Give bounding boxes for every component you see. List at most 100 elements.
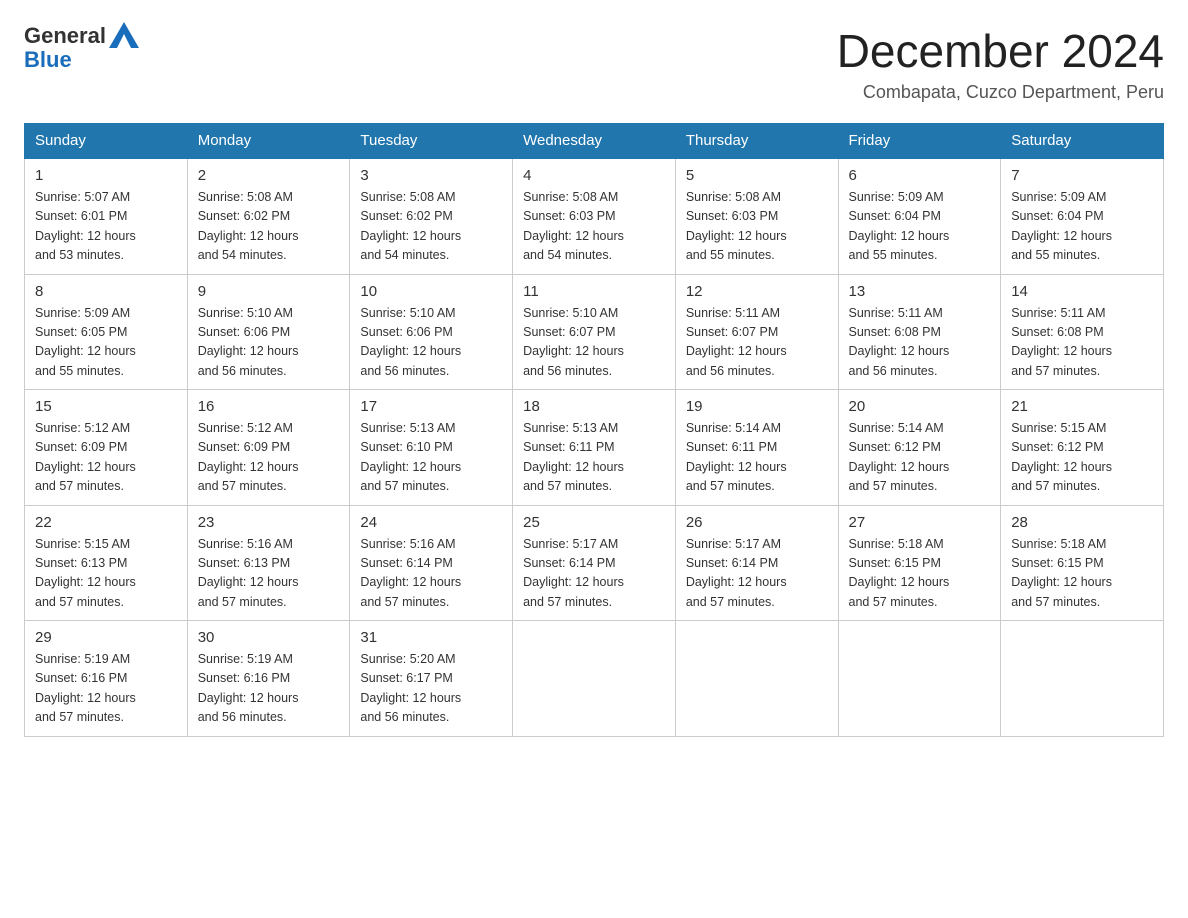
day-number: 4 xyxy=(523,167,665,184)
day-info: Sunrise: 5:10 AMSunset: 6:06 PMDaylight:… xyxy=(360,304,502,382)
header-row: Sunday Monday Tuesday Wednesday Thursday… xyxy=(25,124,1164,159)
day-number: 29 xyxy=(35,629,177,646)
day-info: Sunrise: 5:15 AMSunset: 6:12 PMDaylight:… xyxy=(1011,419,1153,497)
col-sunday: Sunday xyxy=(25,124,188,159)
day-info: Sunrise: 5:09 AMSunset: 6:04 PMDaylight:… xyxy=(1011,188,1153,266)
day-number: 7 xyxy=(1011,167,1153,184)
day-info: Sunrise: 5:09 AMSunset: 6:04 PMDaylight:… xyxy=(849,188,991,266)
col-tuesday: Tuesday xyxy=(350,124,513,159)
calendar-header: Sunday Monday Tuesday Wednesday Thursday… xyxy=(25,124,1164,159)
col-thursday: Thursday xyxy=(675,124,838,159)
calendar-cell: 7 Sunrise: 5:09 AMSunset: 6:04 PMDaylight… xyxy=(1001,158,1164,274)
day-number: 3 xyxy=(360,167,502,184)
calendar-cell xyxy=(1001,621,1164,737)
calendar-cell: 17 Sunrise: 5:13 AMSunset: 6:10 PMDayligh… xyxy=(350,390,513,506)
day-number: 30 xyxy=(198,629,340,646)
calendar-cell: 24Sunrise: 5:16 AMSunset: 6:14 PMDayligh… xyxy=(350,505,513,621)
day-number: 24 xyxy=(360,514,502,531)
day-info: Sunrise: 5:11 AMSunset: 6:08 PMDaylight:… xyxy=(849,304,991,382)
calendar-cell xyxy=(513,621,676,737)
day-number: 17 xyxy=(360,398,502,415)
day-number: 5 xyxy=(686,167,828,184)
day-info: Sunrise: 5:16 AMSunset: 6:13 PMDaylight:… xyxy=(198,535,340,613)
calendar-cell: 30 Sunrise: 5:19 AMSunset: 6:16 PMDayligh… xyxy=(187,621,350,737)
day-info: Sunrise: 5:08 AMSunset: 6:03 PMDaylight:… xyxy=(523,188,665,266)
day-info: Sunrise: 5:17 AMSunset: 6:14 PMDaylight:… xyxy=(686,535,828,613)
calendar-cell xyxy=(675,621,838,737)
day-number: 27 xyxy=(849,514,991,531)
calendar-cell: 14 Sunrise: 5:11 AMSunset: 6:08 PMDayligh… xyxy=(1001,274,1164,390)
calendar-cell: 21Sunrise: 5:15 AMSunset: 6:12 PMDayligh… xyxy=(1001,390,1164,506)
calendar-week-row: 1 Sunrise: 5:07 AMSunset: 6:01 PMDaylight… xyxy=(25,158,1164,274)
day-info: Sunrise: 5:18 AMSunset: 6:15 PMDaylight:… xyxy=(849,535,991,613)
calendar-cell: 1 Sunrise: 5:07 AMSunset: 6:01 PMDaylight… xyxy=(25,158,188,274)
day-info: Sunrise: 5:17 AMSunset: 6:14 PMDaylight:… xyxy=(523,535,665,613)
calendar-cell: 22Sunrise: 5:15 AMSunset: 6:13 PMDayligh… xyxy=(25,505,188,621)
day-info: Sunrise: 5:07 AMSunset: 6:01 PMDaylight:… xyxy=(35,188,177,266)
calendar-cell: 18 Sunrise: 5:13 AMSunset: 6:11 PMDayligh… xyxy=(513,390,676,506)
calendar-cell: 11Sunrise: 5:10 AMSunset: 6:07 PMDayligh… xyxy=(513,274,676,390)
col-wednesday: Wednesday xyxy=(513,124,676,159)
calendar-week-row: 22Sunrise: 5:15 AMSunset: 6:13 PMDayligh… xyxy=(25,505,1164,621)
page-header: General Blue December 2024 Combapata, Cu… xyxy=(24,24,1164,103)
col-friday: Friday xyxy=(838,124,1001,159)
calendar-cell: 9Sunrise: 5:10 AMSunset: 6:06 PMDaylight… xyxy=(187,274,350,390)
calendar-body: 1 Sunrise: 5:07 AMSunset: 6:01 PMDaylight… xyxy=(25,158,1164,736)
calendar-cell xyxy=(838,621,1001,737)
calendar-cell: 29 Sunrise: 5:19 AMSunset: 6:16 PMDayligh… xyxy=(25,621,188,737)
calendar-cell: 23 Sunrise: 5:16 AMSunset: 6:13 PMDayligh… xyxy=(187,505,350,621)
day-number: 10 xyxy=(360,283,502,300)
logo-icon xyxy=(109,22,139,48)
day-number: 25 xyxy=(523,514,665,531)
calendar-week-row: 15Sunrise: 5:12 AMSunset: 6:09 PMDayligh… xyxy=(25,390,1164,506)
day-info: Sunrise: 5:19 AMSunset: 6:16 PMDaylight:… xyxy=(198,650,340,728)
day-number: 13 xyxy=(849,283,991,300)
calendar-cell: 2 Sunrise: 5:08 AMSunset: 6:02 PMDaylight… xyxy=(187,158,350,274)
logo: General Blue xyxy=(24,24,139,72)
day-info: Sunrise: 5:13 AMSunset: 6:10 PMDaylight:… xyxy=(360,419,502,497)
calendar-week-row: 29 Sunrise: 5:19 AMSunset: 6:16 PMDayligh… xyxy=(25,621,1164,737)
day-info: Sunrise: 5:11 AMSunset: 6:08 PMDaylight:… xyxy=(1011,304,1153,382)
day-info: Sunrise: 5:15 AMSunset: 6:13 PMDaylight:… xyxy=(35,535,177,613)
day-info: Sunrise: 5:14 AMSunset: 6:12 PMDaylight:… xyxy=(849,419,991,497)
calendar-cell: 26 Sunrise: 5:17 AMSunset: 6:14 PMDayligh… xyxy=(675,505,838,621)
calendar-cell: 16Sunrise: 5:12 AMSunset: 6:09 PMDayligh… xyxy=(187,390,350,506)
day-number: 16 xyxy=(198,398,340,415)
col-saturday: Saturday xyxy=(1001,124,1164,159)
logo-general-text: General xyxy=(24,24,106,48)
day-info: Sunrise: 5:12 AMSunset: 6:09 PMDaylight:… xyxy=(35,419,177,497)
calendar-cell: 27 Sunrise: 5:18 AMSunset: 6:15 PMDayligh… xyxy=(838,505,1001,621)
logo-blue-text: Blue xyxy=(24,47,72,72)
day-number: 18 xyxy=(523,398,665,415)
calendar-cell: 20 Sunrise: 5:14 AMSunset: 6:12 PMDayligh… xyxy=(838,390,1001,506)
day-info: Sunrise: 5:08 AMSunset: 6:02 PMDaylight:… xyxy=(360,188,502,266)
day-number: 20 xyxy=(849,398,991,415)
calendar-cell: 8Sunrise: 5:09 AMSunset: 6:05 PMDaylight… xyxy=(25,274,188,390)
day-number: 6 xyxy=(849,167,991,184)
day-number: 26 xyxy=(686,514,828,531)
day-info: Sunrise: 5:13 AMSunset: 6:11 PMDaylight:… xyxy=(523,419,665,497)
day-info: Sunrise: 5:10 AMSunset: 6:07 PMDaylight:… xyxy=(523,304,665,382)
calendar-cell: 4 Sunrise: 5:08 AMSunset: 6:03 PMDaylight… xyxy=(513,158,676,274)
day-number: 1 xyxy=(35,167,177,184)
day-number: 23 xyxy=(198,514,340,531)
calendar-cell: 5Sunrise: 5:08 AMSunset: 6:03 PMDaylight… xyxy=(675,158,838,274)
day-number: 14 xyxy=(1011,283,1153,300)
day-number: 2 xyxy=(198,167,340,184)
month-title: December 2024 xyxy=(837,24,1164,78)
day-info: Sunrise: 5:19 AMSunset: 6:16 PMDaylight:… xyxy=(35,650,177,728)
day-number: 8 xyxy=(35,283,177,300)
calendar-cell: 12Sunrise: 5:11 AMSunset: 6:07 PMDayligh… xyxy=(675,274,838,390)
calendar-cell: 13 Sunrise: 5:11 AMSunset: 6:08 PMDayligh… xyxy=(838,274,1001,390)
location-title: Combapata, Cuzco Department, Peru xyxy=(837,82,1164,103)
calendar-cell: 10 Sunrise: 5:10 AMSunset: 6:06 PMDayligh… xyxy=(350,274,513,390)
day-number: 28 xyxy=(1011,514,1153,531)
day-info: Sunrise: 5:08 AMSunset: 6:02 PMDaylight:… xyxy=(198,188,340,266)
calendar-cell: 28Sunrise: 5:18 AMSunset: 6:15 PMDayligh… xyxy=(1001,505,1164,621)
calendar-cell: 25 Sunrise: 5:17 AMSunset: 6:14 PMDayligh… xyxy=(513,505,676,621)
day-info: Sunrise: 5:20 AMSunset: 6:17 PMDaylight:… xyxy=(360,650,502,728)
day-number: 9 xyxy=(198,283,340,300)
col-monday: Monday xyxy=(187,124,350,159)
day-number: 12 xyxy=(686,283,828,300)
day-number: 19 xyxy=(686,398,828,415)
